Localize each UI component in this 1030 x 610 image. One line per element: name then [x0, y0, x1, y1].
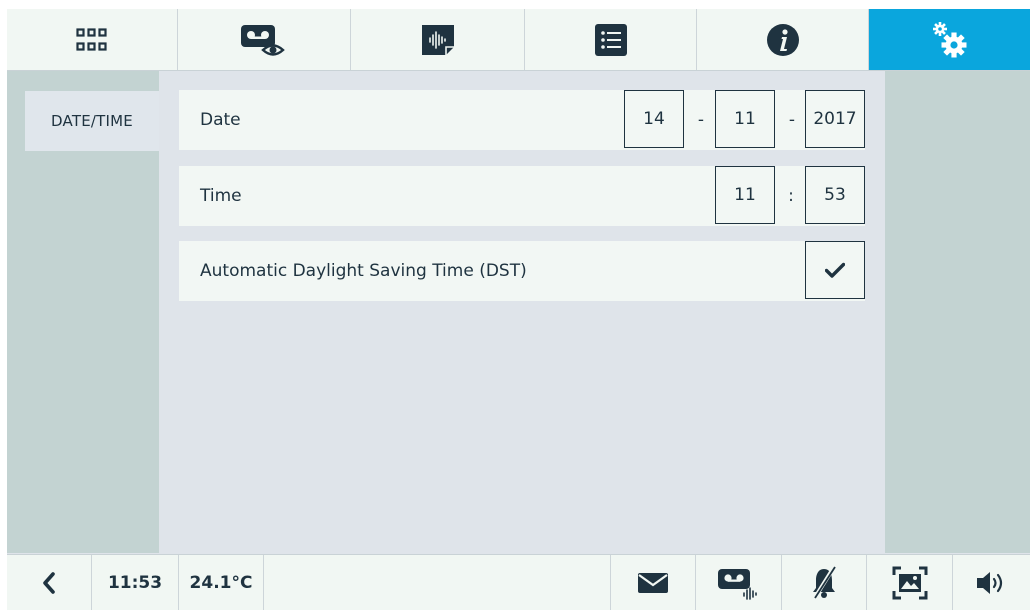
audio-memo-icon: [421, 24, 454, 55]
settings-gears-icon: [932, 21, 966, 57]
tab-video-memo[interactable]: [178, 9, 351, 70]
back-button[interactable]: [7, 555, 92, 610]
date-row: Date 14 - 11 - 2017: [179, 90, 865, 150]
dst-row: Automatic Daylight Saving Time (DST): [179, 241, 865, 301]
picture-frame-button[interactable]: [867, 555, 953, 610]
date-separator: -: [788, 110, 796, 130]
back-chevron-icon: [43, 571, 55, 594]
bell-muted-icon: [812, 565, 836, 600]
top-tab-bar: [7, 9, 1030, 71]
info-icon: [766, 23, 799, 56]
time-label: Time: [200, 186, 242, 206]
date-separator: -: [697, 110, 705, 130]
clock-text: 11:53: [107, 572, 163, 593]
picture-frame-icon: [892, 566, 927, 599]
tab-settings[interactable]: [869, 9, 1030, 70]
time-row: Time 11 : 53: [179, 166, 865, 226]
dst-checkbox[interactable]: [805, 241, 865, 299]
temperature-display: 24.1°C: [179, 555, 264, 610]
clock-display: 11:53: [92, 555, 179, 610]
apps-grid-icon: [76, 27, 107, 51]
year-field[interactable]: 2017: [805, 90, 865, 148]
app-window: DATE/TIME Date 14 - 11 - 2017 Time 11 : …: [7, 9, 1030, 610]
video-memo-audio-icon: [717, 568, 757, 600]
bottom-status-bar: 11:53 24.1°C: [7, 554, 1030, 610]
speaker-icon: [976, 571, 1002, 594]
tab-list[interactable]: [525, 9, 697, 70]
sidebar-item-date-time[interactable]: DATE/TIME: [25, 91, 159, 151]
day-field[interactable]: 14: [624, 90, 684, 148]
tab-info[interactable]: [697, 9, 869, 70]
tab-apps[interactable]: [7, 9, 178, 70]
video-memo-button[interactable]: [696, 555, 782, 610]
minute-field[interactable]: 53: [805, 166, 865, 224]
messages-button[interactable]: [610, 555, 696, 610]
sidebar-item-label: DATE/TIME: [51, 112, 133, 130]
volume-button[interactable]: [953, 555, 1030, 610]
settings-sidebar: DATE/TIME: [7, 71, 159, 553]
month-field[interactable]: 11: [715, 90, 775, 148]
right-panel: [885, 71, 1030, 553]
envelope-icon: [638, 572, 668, 593]
list-icon: [594, 23, 627, 56]
temperature-text: 24.1°C: [189, 572, 253, 593]
hour-field[interactable]: 11: [715, 166, 775, 224]
ringer-mute-button[interactable]: [782, 555, 867, 610]
video-memo-view-icon: [241, 24, 285, 56]
checkmark-icon: [825, 262, 845, 278]
tab-audio-memo[interactable]: [351, 9, 525, 70]
dst-label: Automatic Daylight Saving Time (DST): [200, 261, 527, 281]
date-label: Date: [200, 110, 241, 130]
time-separator: :: [788, 186, 794, 206]
